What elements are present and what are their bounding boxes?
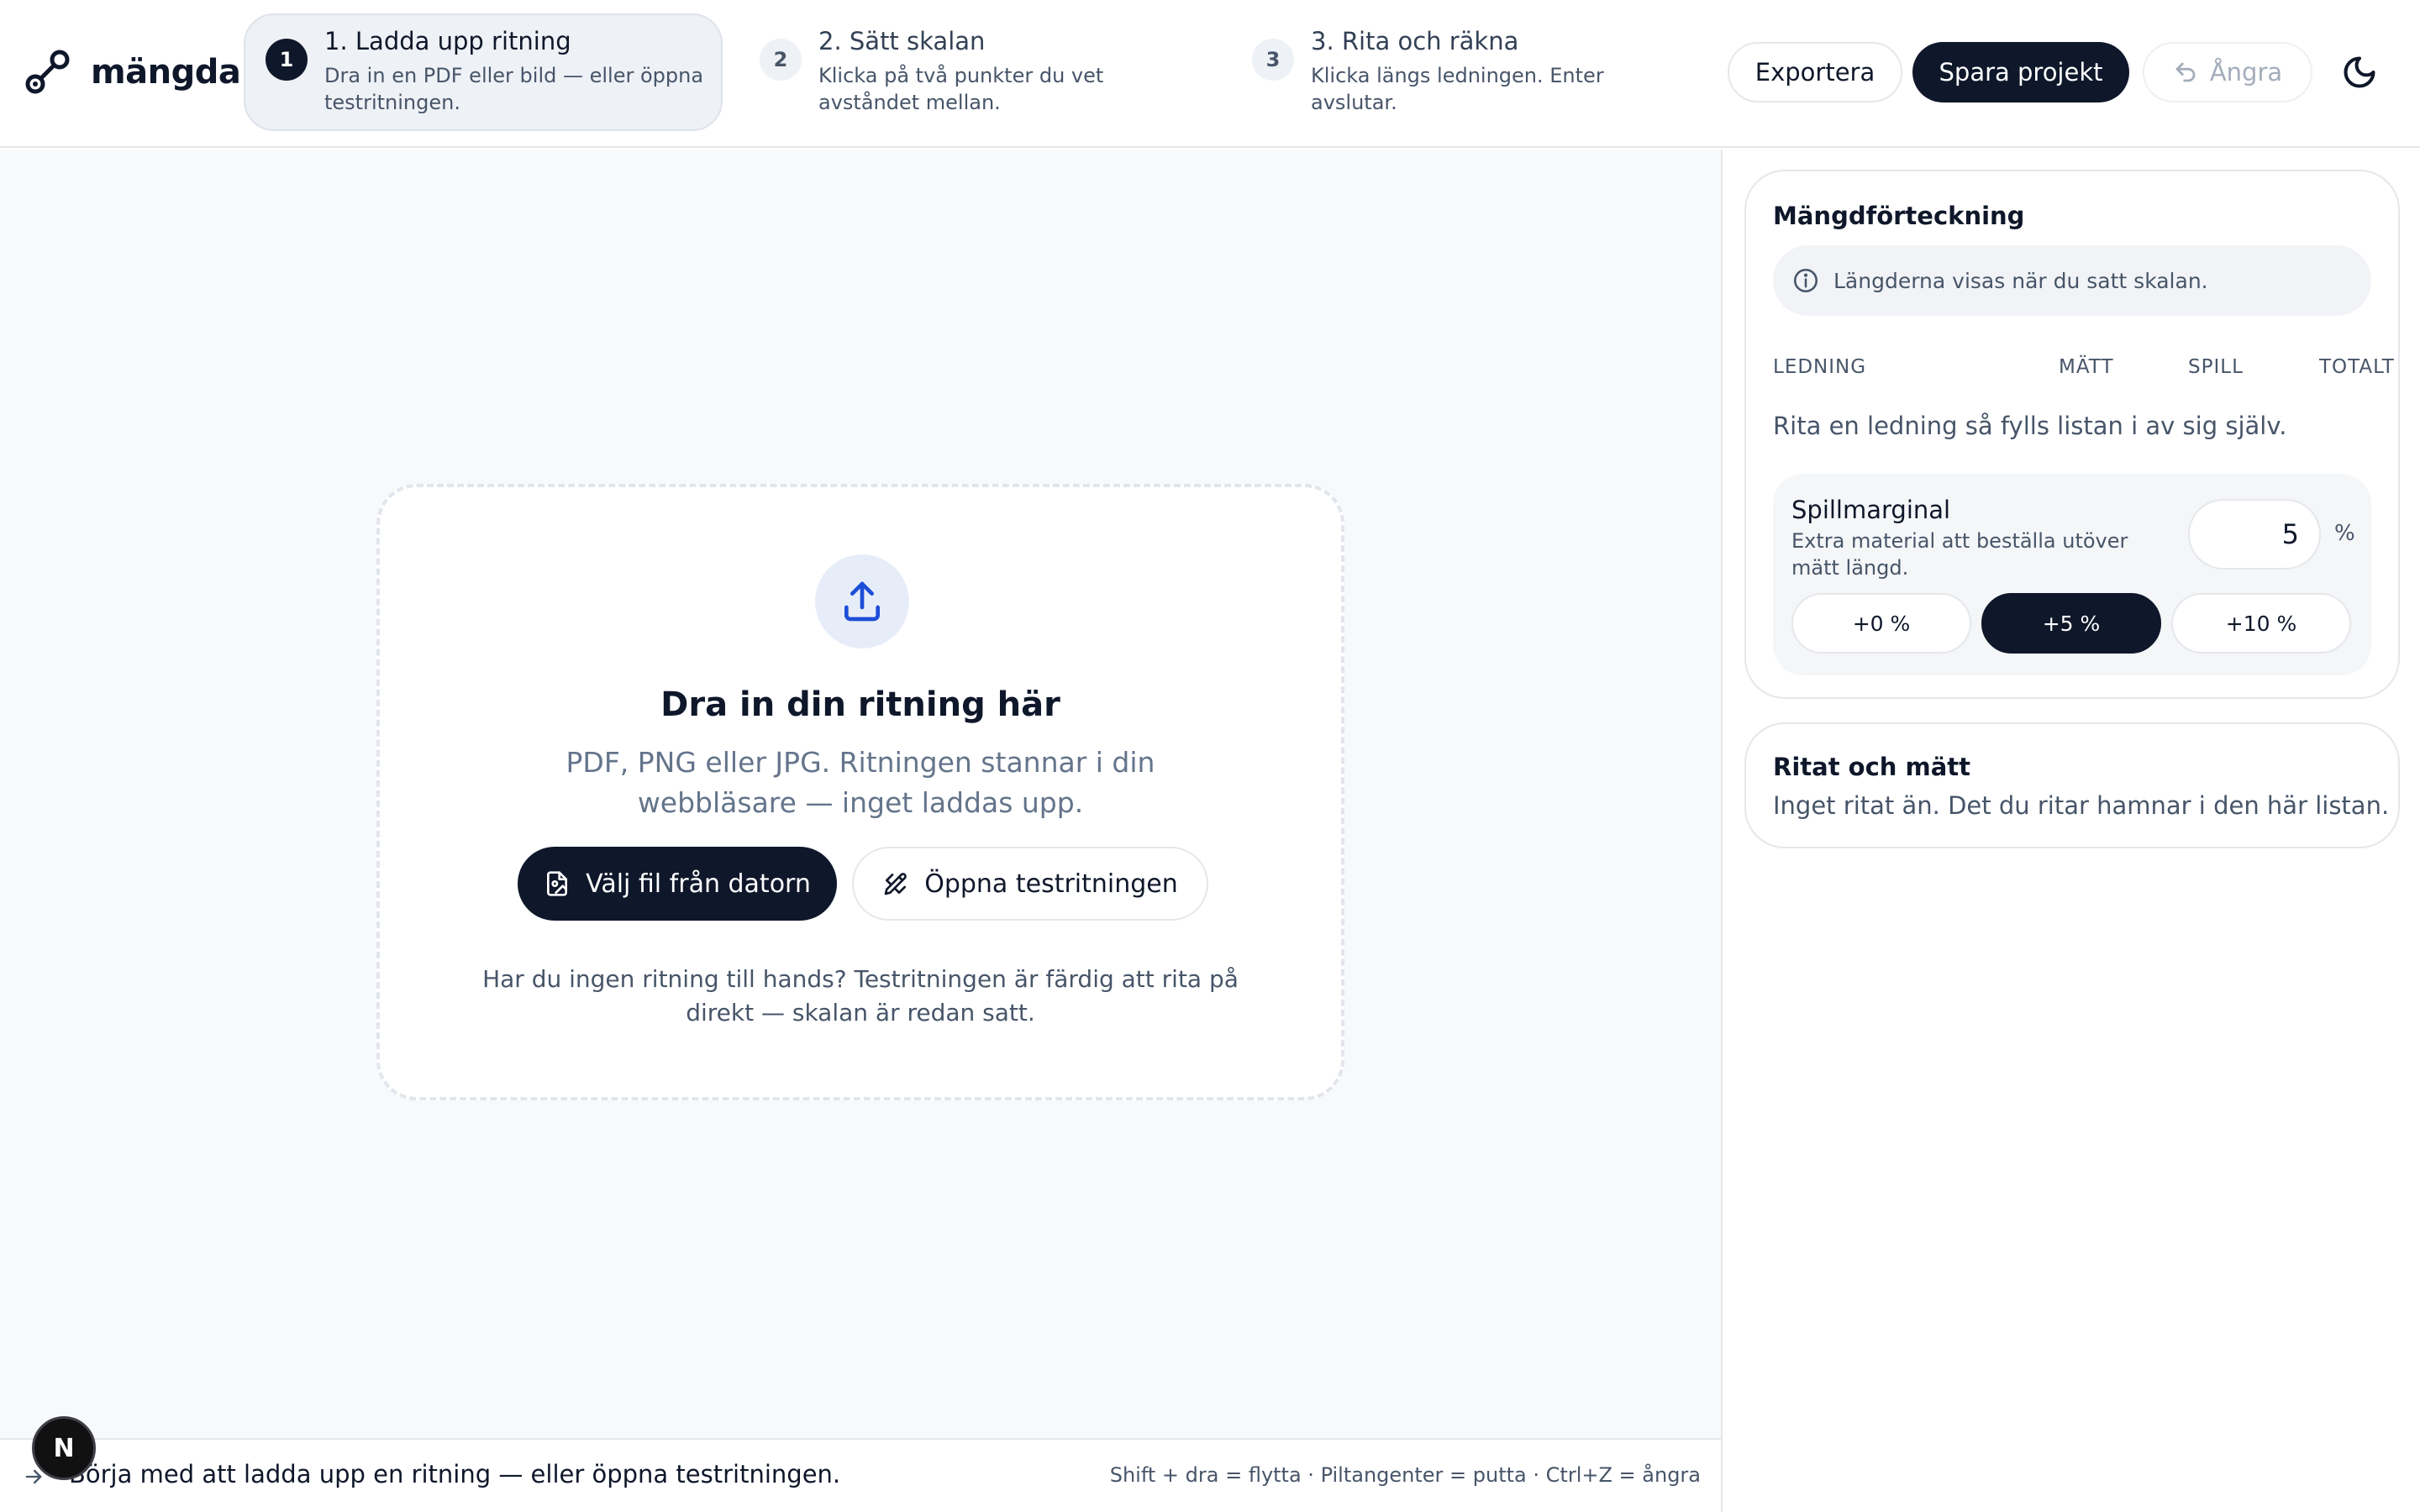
step-scale[interactable]: 2 2. Sätt skalan Klicka på två punkter d… [738, 13, 1208, 131]
dropzone-hint: Har du ingen ritning till hands? Testrit… [482, 965, 1239, 1026]
logo-icon [25, 50, 70, 94]
preset-10-button[interactable]: +10 % [2171, 593, 2351, 654]
drawing-canvas[interactable]: Dra in din ritning här PDF, PNG eller JP… [0, 150, 1721, 1438]
waste-margin-description: Extra material att beställa utöver mätt … [1791, 529, 2128, 580]
file-image-icon [547, 871, 568, 896]
step-number: 2 [760, 39, 802, 81]
info-text: Längderna visas när du satt skalan. [1833, 268, 2208, 293]
undo-label: Ångra [2209, 58, 2283, 87]
preset-0-button[interactable]: +0 % [1791, 593, 1971, 654]
ruler-pencil-icon [884, 873, 908, 895]
step-upload[interactable]: 1 1. Ladda upp ritning Dra in en PDF ell… [244, 13, 723, 131]
drawn-measured-card: Ritat och mätt Inget ritat än. Det du ri… [1744, 722, 2400, 848]
choose-file-button[interactable]: Välj fil från datorn [518, 847, 837, 921]
drawn-measured-title: Ritat och mätt [1773, 753, 1971, 781]
choose-file-label: Välj fil från datorn [586, 869, 811, 899]
app-header: mängda 1 1. Ladda upp ritning Dra in en … [0, 0, 2420, 148]
waste-margin-input[interactable] [2188, 499, 2321, 570]
waste-margin-title: Spillmarginal [1791, 496, 1951, 524]
waste-margin-unit: % [2334, 521, 2355, 546]
upload-icon [844, 581, 880, 622]
status-message: Börja med att ladda upp en ritning — ell… [69, 1460, 841, 1488]
column-header-measured: MÄTT [2059, 356, 2114, 378]
save-project-button[interactable]: Spara projekt [1912, 42, 2129, 102]
step-draw[interactable]: 3 3. Rita och räkna Klicka längs ledning… [1230, 13, 1701, 131]
quantity-list-empty: Rita en ledning så fylls listan i av sig… [1773, 412, 2287, 440]
app-logo[interactable]: mängda [24, 49, 241, 96]
open-test-drawing-button[interactable]: Öppna testritningen [852, 847, 1208, 921]
column-header-waste: SPILL [2188, 356, 2244, 378]
quantity-list-title: Mängdförteckning [1773, 202, 2025, 230]
step-number: 3 [1252, 39, 1294, 81]
drawn-measured-empty: Inget ritat än. Det du ritar hamnar i de… [1773, 791, 2390, 820]
step-title: 2. Sätt skalan [818, 27, 986, 55]
dev-tools-badge[interactable]: N [32, 1416, 96, 1480]
export-button[interactable]: Exportera [1728, 42, 1902, 102]
keyboard-shortcuts: Shift + dra = flytta · Piltangenter = pu… [1109, 1463, 1701, 1487]
undo-icon [2175, 62, 2196, 82]
upload-icon-wrap [815, 554, 909, 648]
info-icon [1793, 268, 1818, 293]
column-header-line: LEDNING [1773, 356, 1867, 378]
dropzone-subtitle: PDF, PNG eller JPG. Ritningen stannar i … [566, 746, 1155, 819]
dropzone-title: Dra in din ritning här [660, 685, 1060, 724]
step-number: 1 [266, 39, 308, 81]
step-title: 1. Ladda upp ritning [324, 27, 571, 55]
waste-margin-panel: Spillmarginal Extra material att beställ… [1773, 474, 2371, 675]
file-dropzone[interactable]: Dra in din ritning här PDF, PNG eller JP… [376, 484, 1344, 1100]
step-description: Klicka längs ledningen. Enter avslutar. [1311, 64, 1604, 114]
step-description: Klicka på två punkter du vet avståndet m… [818, 64, 1104, 114]
step-description: Dra in en PDF eller bild — eller öppna t… [324, 64, 704, 114]
sidebar: Mängdförteckning Längderna visas när du … [1721, 150, 2420, 1512]
moon-icon[interactable] [2341, 54, 2378, 91]
status-bar: Börja med att ladda upp en ritning — ell… [0, 1438, 1721, 1512]
app-name: mängda [91, 53, 241, 92]
column-header-total: TOTALT [2319, 356, 2395, 378]
step-title: 3. Rita och räkna [1311, 27, 1519, 55]
quantity-list-card: Mängdförteckning Längderna visas när du … [1744, 170, 2400, 699]
preset-5-button[interactable]: +5 % [1981, 593, 2161, 654]
undo-button[interactable]: Ångra [2143, 42, 2312, 102]
open-test-drawing-label: Öppna testritningen [924, 869, 1178, 899]
info-notice: Längderna visas när du satt skalan. [1773, 245, 2371, 316]
